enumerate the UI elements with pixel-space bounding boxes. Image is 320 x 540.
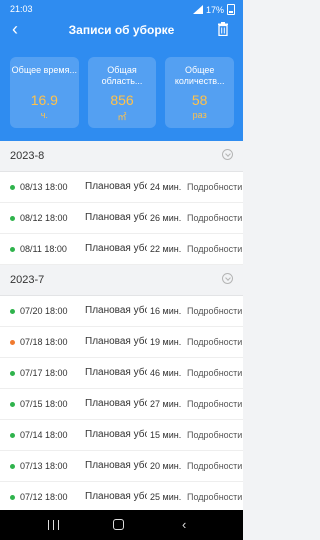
summary-value: 58 [191,92,208,108]
record-type: Плановая уборка [85,305,147,316]
record-type: Плановая уборка [85,181,147,192]
record-row[interactable]: 07/17 18:00 Плановая уборка 46 мин. Подр… [0,358,243,389]
status-dot [10,216,15,221]
status-bar: 21:03 17% [0,0,243,18]
battery-percent: 17% [205,4,224,15]
details-link[interactable]: Подробности [187,430,243,440]
summary-label: Общая область... [101,65,143,86]
record-type: Плановая уборка [85,212,147,223]
record-duration: 24 мин. [150,182,182,192]
cleaning-records-list[interactable]: 2023-8 08/13 18:00 Плановая уборка 24 ми… [0,141,243,510]
record-date: 07/17 18:00 [20,368,68,378]
record-duration: 20 мин. [150,461,182,471]
summary-card-area: Общая область... 856 ㎡ [87,57,157,128]
month-group-header[interactable]: 2023-7 [0,265,243,296]
recent-apps-icon[interactable] [48,520,59,530]
details-link[interactable]: Подробности [187,244,243,254]
record-type: Плановая уборка [85,460,147,471]
summary-label: Общее количеств... [174,65,225,86]
status-dot [10,185,15,190]
record-type: Плановая уборка [85,367,147,378]
record-date: 07/15 18:00 [20,399,68,409]
month-label: 2023-8 [10,150,45,162]
record-date: 07/18 18:00 [20,337,68,347]
record-duration: 25 мин. [150,492,182,502]
status-dot [10,433,15,438]
status-icons: 17% [192,4,235,15]
summary-unit: раз [192,110,207,120]
summary-value: 16.9 [30,92,58,108]
record-date: 08/12 18:00 [20,213,68,223]
month-group-header[interactable]: 2023-8 [0,141,243,172]
record-date: 07/20 18:00 [20,306,68,316]
record-date: 07/12 18:00 [20,492,68,502]
status-dot [10,309,15,314]
record-type: Плановая уборка [85,398,147,409]
page-title: Записи об уборке [68,23,175,37]
status-dot [10,371,15,376]
record-row[interactable]: 08/11 18:00 Плановая уборка 22 мин. Подр… [0,234,243,265]
month-label: 2023-7 [10,274,45,286]
record-type: Плановая уборка [85,429,147,440]
record-type: Плановая уборка [85,336,147,347]
details-link[interactable]: Подробности [187,337,243,347]
battery-icon [227,4,235,15]
back-nav-icon[interactable]: ‹ [182,518,186,531]
record-type: Плановая уборка [85,491,147,502]
record-duration: 46 мин. [150,368,182,378]
record-row[interactable]: 07/13 18:00 Плановая уборка 20 мин. Подр… [0,451,243,482]
details-link[interactable]: Подробности [187,182,243,192]
system-nav-bar: ‹ [0,510,243,540]
summary-unit: ч. [40,110,48,120]
details-link[interactable]: Подробности [187,492,243,502]
summary-label: Общее время... [11,65,77,75]
record-duration: 22 мин. [150,244,182,254]
record-row[interactable]: 08/12 18:00 Плановая уборка 26 мин. Подр… [0,203,243,234]
header: 21:03 17% ‹ Записи об уборке Общее время… [0,0,243,141]
home-icon[interactable] [113,519,124,530]
record-duration: 16 мин. [150,306,182,316]
status-dot [10,464,15,469]
record-row[interactable]: 07/20 18:00 Плановая уборка 16 мин. Подр… [0,296,243,327]
record-row[interactable]: 07/14 18:00 Плановая уборка 15 мин. Подр… [0,420,243,451]
status-dot [10,495,15,500]
record-row[interactable]: 07/18 18:00 Плановая уборка 19 мин. Подр… [0,327,243,358]
record-duration: 19 мин. [150,337,182,347]
summary-cards: Общее время... 16.9 ч. Общая область... … [10,57,235,128]
record-row[interactable]: 08/13 18:00 Плановая уборка 24 мин. Подр… [0,172,243,203]
record-duration: 15 мин. [150,430,182,440]
summary-unit: ㎡ [117,112,127,122]
status-dot [10,247,15,252]
chevron-down-icon[interactable] [222,273,233,284]
details-link[interactable]: Подробности [187,461,243,471]
details-link[interactable]: Подробности [187,213,243,223]
record-duration: 26 мин. [150,213,182,223]
trash-icon[interactable] [217,22,229,36]
chevron-down-icon[interactable] [222,149,233,160]
record-date: 07/13 18:00 [20,461,68,471]
summary-card-count: Общее количеств... 58 раз [165,57,235,128]
record-type: Плановая уборка [85,243,147,254]
record-date: 08/11 18:00 [20,244,67,254]
status-dot [10,402,15,407]
signal-icon [192,5,203,14]
record-row[interactable]: 07/15 18:00 Плановая уборка 27 мин. Подр… [0,389,243,420]
status-time: 21:03 [10,4,33,14]
status-dot [10,340,15,345]
record-row[interactable]: 07/12 18:00 Плановая уборка 25 мин. Подр… [0,482,243,510]
details-link[interactable]: Подробности [187,306,243,316]
details-link[interactable]: Подробности [187,399,243,409]
summary-value: 856 [110,92,134,108]
record-date: 08/13 18:00 [20,182,68,192]
details-link[interactable]: Подробности [187,368,243,378]
summary-card-time: Общее время... 16.9 ч. [10,57,79,128]
record-date: 07/14 18:00 [20,430,68,440]
record-duration: 27 мин. [150,399,182,409]
top-nav: ‹ Записи об уборке [0,20,243,42]
